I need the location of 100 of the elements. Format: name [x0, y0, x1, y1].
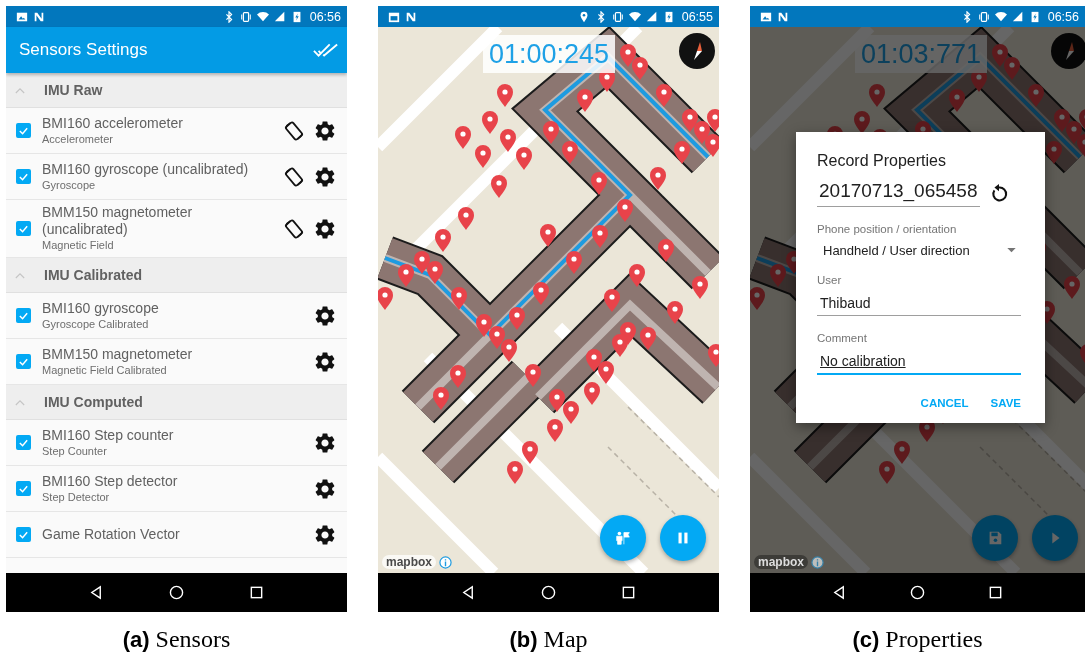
back-icon[interactable]	[460, 585, 476, 600]
screen-rotation-icon[interactable]	[283, 119, 305, 142]
caret-icon	[1007, 248, 1016, 253]
mapbox-logo: mapbox	[382, 555, 436, 569]
sensor-name: BMI160 Step counter	[42, 426, 175, 444]
checkbox[interactable]	[16, 481, 31, 496]
sensor-type: Magnetic Field Calibrated	[42, 362, 168, 378]
map-pin-icon[interactable]	[650, 167, 666, 190]
screen-title: Sensors Settings	[19, 40, 149, 60]
signal-icon	[1011, 10, 1024, 23]
map-pin-icon[interactable]	[658, 239, 674, 262]
image-icon	[760, 10, 772, 23]
record-name-field[interactable]: 20170713_065458	[817, 180, 980, 207]
map-pin-icon[interactable]	[629, 264, 645, 287]
checkbox[interactable]	[16, 308, 31, 323]
sensor-name: BMI160 accelerometer	[42, 114, 184, 132]
back-icon[interactable]	[88, 585, 104, 600]
info-icon[interactable]	[811, 555, 824, 569]
checkbox[interactable]	[16, 221, 31, 236]
double-check-icon[interactable]	[313, 42, 339, 58]
map-pin-icon[interactable]	[640, 327, 656, 350]
checkbox[interactable]	[16, 123, 31, 138]
status-time: 06:56	[309, 9, 341, 24]
checkbox[interactable]	[16, 169, 31, 184]
checkbox[interactable]	[16, 354, 31, 369]
image-icon	[16, 10, 28, 23]
status-time: 06:56	[1047, 9, 1079, 24]
map-pin-icon[interactable]	[540, 224, 556, 247]
checkbox[interactable]	[16, 527, 31, 542]
caption-label: (b)	[509, 627, 538, 653]
field-label: Comment	[817, 332, 868, 344]
dropdown[interactable]: Handheld / User direction	[817, 235, 1021, 258]
map-pin-icon[interactable]	[577, 89, 593, 112]
wifi-icon	[994, 10, 1007, 23]
caption-text: Map	[543, 626, 588, 653]
sensor-type: Magnetic Field	[42, 238, 115, 253]
sensor-type: Gyroscope Calibrated	[42, 316, 150, 332]
group-header[interactable]: IMU Raw	[6, 73, 347, 108]
sensor-name: BMM150 magnetometer	[42, 345, 194, 363]
map-pin-icon[interactable]	[586, 349, 602, 372]
checkbox[interactable]	[16, 435, 31, 450]
mapbox-logo: mapbox	[754, 555, 808, 569]
screen-rotation-icon[interactable]	[283, 165, 305, 188]
group-title: IMU Raw	[44, 82, 103, 98]
recents-icon[interactable]	[988, 585, 1004, 600]
map-pin-icon[interactable]	[433, 387, 449, 410]
sensor-name: BMI160 gyroscope (uncalibrated)	[42, 160, 250, 178]
text-field[interactable]: No calibration	[817, 344, 1021, 375]
dialog-title: Record Properties	[817, 152, 947, 170]
map-pin-icon[interactable]	[549, 389, 565, 412]
screen-rotation-icon[interactable]	[283, 217, 305, 240]
wifi-icon	[628, 10, 641, 23]
compass-icon[interactable]	[679, 33, 715, 69]
n-notification-icon	[33, 10, 45, 23]
back-icon[interactable]	[831, 585, 847, 600]
wifi-icon	[256, 10, 269, 23]
map-pin-icon[interactable]	[612, 334, 628, 357]
calendar-icon	[388, 10, 400, 23]
timer: 01:00:245	[483, 35, 616, 73]
home-icon[interactable]	[910, 585, 925, 600]
recents-icon[interactable]	[621, 585, 637, 600]
map-pin-icon[interactable]	[854, 111, 870, 134]
group-header[interactable]: IMU Computed	[6, 385, 347, 420]
map-pin-icon[interactable]	[562, 141, 578, 164]
sensor-name: Game Rotation Vector	[42, 526, 181, 543]
person-flag-icon	[614, 529, 632, 547]
signal-icon	[645, 10, 658, 23]
n-notification-icon	[777, 10, 789, 23]
home-icon[interactable]	[541, 585, 556, 600]
settings-icon[interactable]	[313, 216, 337, 241]
caption-text: Properties	[885, 626, 983, 653]
settings-icon[interactable]	[313, 430, 337, 455]
home-icon[interactable]	[169, 585, 184, 600]
field-label: User	[817, 274, 843, 286]
map-pin-icon[interactable]	[543, 121, 559, 144]
recents-icon[interactable]	[249, 585, 265, 600]
map-pin-icon[interactable]	[501, 339, 517, 362]
field-label: Phone position / orientation	[817, 223, 958, 235]
map-pin-icon[interactable]	[591, 172, 607, 195]
settings-icon[interactable]	[313, 476, 337, 501]
sensor-name: BMI160 gyroscope	[42, 299, 160, 317]
settings-icon[interactable]	[313, 118, 337, 143]
map-pin-icon[interactable]	[667, 301, 683, 324]
sensor-type: Step Detector	[42, 489, 111, 505]
caption-label: (a)	[122, 627, 150, 653]
settings-icon[interactable]	[313, 303, 337, 328]
caption-label: (c)	[852, 627, 880, 653]
settings-icon[interactable]	[313, 164, 337, 189]
info-icon[interactable]	[439, 555, 452, 569]
group-header[interactable]: IMU Calibrated	[6, 258, 347, 293]
signal-icon	[273, 10, 286, 23]
settings-icon[interactable]	[313, 522, 337, 547]
text-field[interactable]: Thibaud	[817, 286, 1021, 316]
map-pin-icon[interactable]	[707, 109, 719, 132]
n-notification-icon	[405, 10, 417, 23]
sensor-type: Accelerometer	[42, 131, 114, 147]
vibrate-icon	[611, 10, 624, 23]
group-title: IMU Calibrated	[44, 267, 142, 283]
settings-icon[interactable]	[313, 349, 337, 374]
map-pin-icon[interactable]	[674, 141, 690, 164]
